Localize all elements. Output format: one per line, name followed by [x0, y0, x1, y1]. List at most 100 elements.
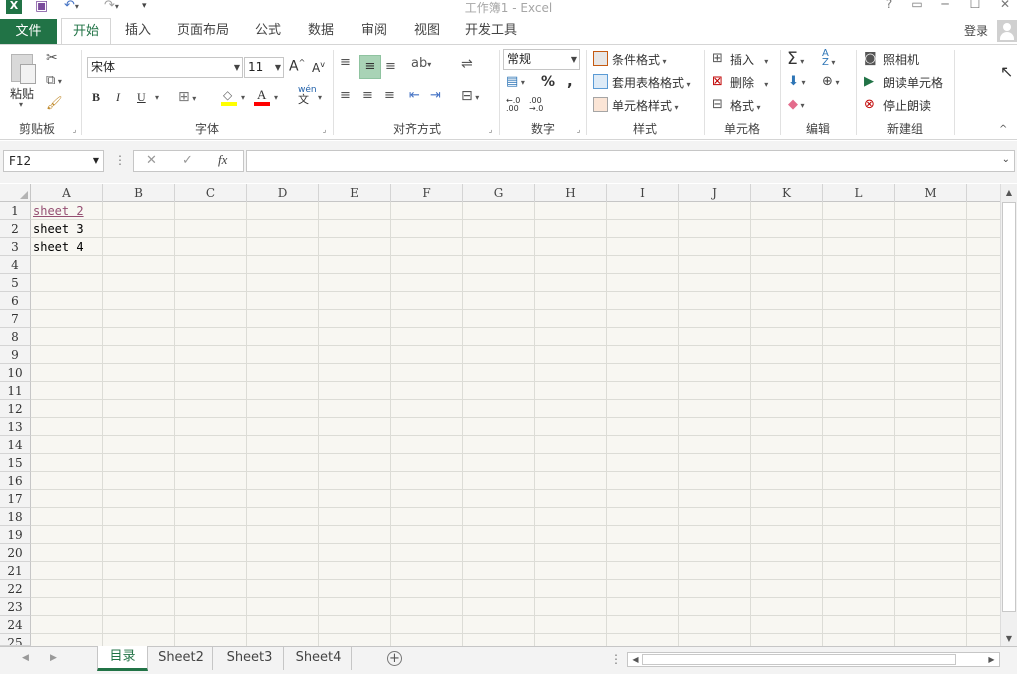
row-header-8[interactable]: 8 — [0, 328, 31, 346]
maximize-button[interactable]: ☐ — [964, 0, 986, 13]
row-header-19[interactable]: 19 — [0, 526, 31, 544]
insert-function-button[interactable]: fx — [218, 152, 227, 168]
fill-color-icon[interactable]: ◇ — [221, 88, 237, 106]
row-header-15[interactable]: 15 — [0, 454, 31, 472]
column-header-g[interactable]: G — [463, 184, 535, 202]
row-header-24[interactable]: 24 — [0, 616, 31, 634]
row-header-10[interactable]: 10 — [0, 364, 31, 382]
cell-a3[interactable]: sheet 4 — [33, 238, 84, 256]
row-header-25[interactable]: 25 — [0, 634, 31, 646]
column-header-f[interactable]: F — [391, 184, 463, 202]
row-header-20[interactable]: 20 — [0, 544, 31, 562]
row-header-13[interactable]: 13 — [0, 418, 31, 436]
scroll-right-icon[interactable]: ▶ — [985, 653, 998, 666]
clear-icon[interactable]: ◆ ▾ — [788, 97, 805, 112]
tab-developer[interactable]: 开发工具 — [458, 18, 524, 44]
scroll-left-icon[interactable]: ◀ — [629, 653, 642, 666]
row-header-2[interactable]: 2 — [0, 220, 31, 238]
select-all-button[interactable] — [0, 184, 31, 202]
border-icon[interactable]: ⊞ ▾ — [178, 89, 196, 105]
row-header-1[interactable]: 1 — [0, 202, 31, 220]
tab-data[interactable]: 数据 — [299, 18, 343, 44]
collapse-ribbon-icon[interactable]: ^ — [999, 124, 1007, 135]
column-header-d[interactable]: D — [247, 184, 319, 202]
column-header-a[interactable]: A — [31, 184, 103, 202]
column-header-c[interactable]: C — [175, 184, 247, 202]
camera-button[interactable]: 照相机 — [883, 51, 919, 68]
font-size-combo[interactable]: 11 ▼ — [244, 57, 284, 78]
vertical-scroll-thumb[interactable] — [1002, 202, 1016, 612]
cell-a2[interactable]: sheet 3 — [33, 220, 84, 238]
minimize-button[interactable]: ─ — [934, 0, 956, 13]
row-header-23[interactable]: 23 — [0, 598, 31, 616]
decrease-indent-icon[interactable]: ⇤ — [409, 88, 420, 103]
tab-view[interactable]: 视图 — [405, 18, 449, 44]
clipboard-launcher-icon[interactable]: ⌟ — [70, 125, 79, 134]
sheet-tab-catalog[interactable]: 目录 — [97, 646, 148, 671]
speak-cells-button[interactable]: 朗读单元格 — [883, 74, 943, 91]
align-middle-icon[interactable]: ≡ — [359, 55, 381, 79]
scroll-down-icon[interactable]: ▼ — [1002, 632, 1016, 646]
align-right-icon[interactable]: ≡ — [384, 88, 395, 103]
worksheet-grid[interactable] — [0, 184, 1000, 646]
tab-file[interactable]: 文件 — [0, 19, 57, 44]
column-header-j[interactable]: J — [679, 184, 751, 202]
add-sheet-icon[interactable]: + — [387, 651, 402, 666]
tab-home[interactable]: 开始 — [61, 18, 111, 45]
cancel-button[interactable]: ✕ — [146, 153, 157, 168]
insert-cells-button[interactable]: 插入 ▾ — [730, 51, 768, 68]
percent-style-button[interactable]: % — [541, 74, 555, 90]
cut-icon[interactable]: ✂ — [46, 50, 58, 66]
italic-button[interactable]: I — [116, 90, 120, 105]
format-painter-icon[interactable]: 🖌 — [46, 96, 63, 111]
align-center-icon[interactable]: ≡ — [362, 88, 373, 103]
column-header-m[interactable]: M — [895, 184, 967, 202]
close-button[interactable]: ✕ — [994, 0, 1016, 13]
tab-page-layout[interactable]: 页面布局 — [170, 18, 236, 44]
stop-speaking-button[interactable]: 停止朗读 — [883, 97, 931, 114]
avatar-icon[interactable] — [997, 20, 1017, 42]
row-header-21[interactable]: 21 — [0, 562, 31, 580]
row-header-7[interactable]: 7 — [0, 310, 31, 328]
row-header-16[interactable]: 16 — [0, 472, 31, 490]
signin-link[interactable]: 登录 — [964, 22, 988, 40]
row-header-14[interactable]: 14 — [0, 436, 31, 454]
phonetic-dropdown-icon[interactable]: ▾ — [318, 93, 322, 102]
tab-insert[interactable]: 插入 — [116, 18, 160, 44]
merge-center-icon[interactable]: ⊟ ▾ — [461, 88, 479, 104]
row-header-9[interactable]: 9 — [0, 346, 31, 364]
font-name-combo[interactable]: 宋体 ▼ — [87, 57, 243, 78]
number-launcher-icon[interactable]: ⌟ — [574, 125, 583, 134]
phonetic-icon[interactable]: wén 文 — [298, 86, 317, 106]
name-box[interactable]: F12 ▼ — [3, 150, 104, 172]
formula-input[interactable]: ⌄ — [246, 150, 1015, 172]
alignment-launcher-icon[interactable]: ⌟ — [486, 125, 495, 134]
sheet-tab-sheet2[interactable]: Sheet2 — [150, 646, 213, 670]
horizontal-scroll-thumb[interactable] — [642, 654, 956, 665]
row-header-5[interactable]: 5 — [0, 274, 31, 292]
fill-icon[interactable]: ⬇ ▾ — [788, 74, 805, 89]
decrease-decimal-icon[interactable]: .00 →.0 — [529, 97, 543, 113]
row-header-18[interactable]: 18 — [0, 508, 31, 526]
prev-sheet-icon[interactable]: ◀ — [22, 653, 29, 663]
next-sheet-icon[interactable]: ▶ — [50, 653, 57, 663]
align-left-icon[interactable]: ≡ — [340, 88, 351, 103]
decrease-font-icon[interactable]: Av — [312, 60, 325, 75]
copy-icon[interactable]: ⧉ ▾ — [46, 73, 62, 88]
paste-dropdown-icon[interactable]: ▾ — [19, 100, 23, 109]
column-header-b[interactable]: B — [103, 184, 175, 202]
expand-formula-icon[interactable]: ⌄ — [1002, 154, 1010, 165]
row-header-4[interactable]: 4 — [0, 256, 31, 274]
cell-styles-button[interactable]: 单元格样式 ▾ — [612, 97, 679, 114]
cell-a1-hyperlink[interactable]: sheet 2 — [33, 202, 84, 220]
column-header-k[interactable]: K — [751, 184, 823, 202]
conditional-format-button[interactable]: 条件格式 ▾ — [612, 51, 667, 68]
help-button[interactable]: ? — [878, 0, 900, 13]
paste-icon[interactable] — [8, 52, 36, 84]
align-bottom-icon[interactable]: ≡ — [385, 59, 396, 74]
row-header-12[interactable]: 12 — [0, 400, 31, 418]
wrap-text-icon[interactable]: ⇌ — [461, 56, 473, 72]
format-as-table-button[interactable]: 套用表格格式 ▾ — [612, 74, 691, 91]
fill-color-dropdown-icon[interactable]: ▾ — [241, 93, 245, 102]
column-header-e[interactable]: E — [319, 184, 391, 202]
